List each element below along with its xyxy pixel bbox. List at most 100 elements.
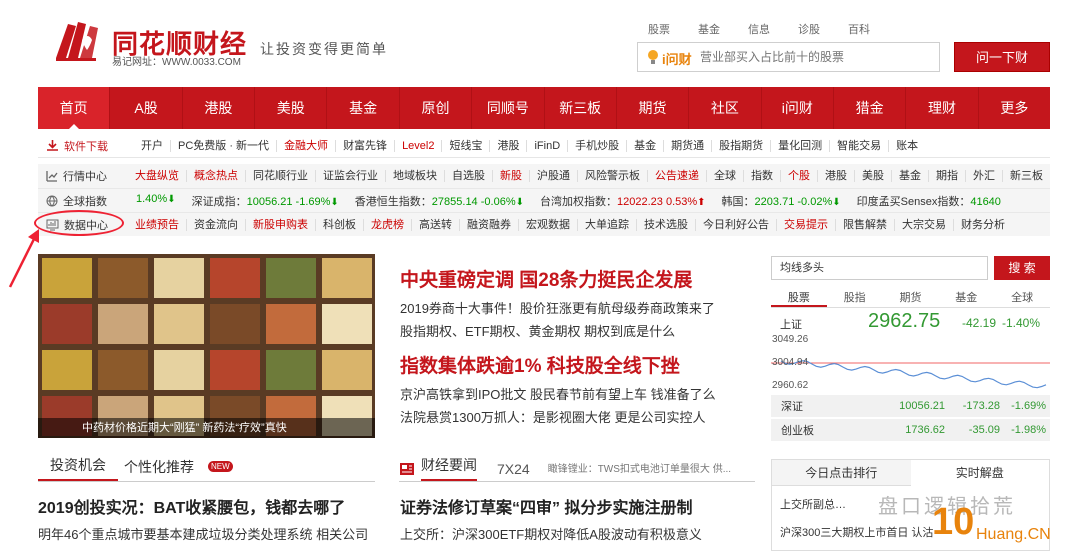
index-ticker-2[interactable]: 深证成指：10056.21 -1.69%⬇ bbox=[184, 193, 347, 209]
software-link[interactable]: 财富先锋 bbox=[335, 139, 394, 152]
nav-funds[interactable]: 基金 bbox=[327, 87, 400, 129]
market-link[interactable]: 公告速递 bbox=[647, 170, 706, 182]
tab-finance-news[interactable]: 财经要闻 bbox=[421, 458, 477, 481]
market-link[interactable]: 指数 bbox=[743, 170, 780, 182]
data-link[interactable]: 技术选股 bbox=[636, 218, 695, 231]
nav-us-stocks[interactable]: 美股 bbox=[255, 87, 328, 129]
market-link[interactable]: 证监会行业 bbox=[315, 170, 385, 182]
software-link[interactable]: 手机炒股 bbox=[567, 139, 626, 152]
tab-click-rank[interactable]: 今日点击排行 bbox=[772, 460, 911, 486]
ask-button[interactable]: 问一下财 bbox=[954, 42, 1050, 72]
headline-2[interactable]: 指数集体跌逾1% 科技股全线下挫 bbox=[400, 351, 680, 378]
subnews-4[interactable]: 法院悬赏1300万抓人：是影视圈大佬 更是公司实控人 bbox=[400, 407, 706, 426]
software-link[interactable]: 股指期货 bbox=[711, 139, 770, 152]
data-link[interactable]: 今日利好公告 bbox=[695, 218, 776, 231]
nav-a-shares[interactable]: A股 bbox=[110, 87, 183, 129]
software-link[interactable]: 港股 bbox=[489, 139, 526, 152]
market-link[interactable]: 港股 bbox=[817, 170, 854, 182]
software-link[interactable]: 开户 bbox=[134, 140, 170, 152]
market-link[interactable]: 同花顺行业 bbox=[245, 170, 315, 182]
tab-futures[interactable]: 期货 bbox=[883, 288, 939, 307]
global-index-label[interactable]: 全球指数 bbox=[38, 193, 120, 209]
software-link[interactable]: 量化回测 bbox=[770, 139, 829, 152]
logo-icon[interactable] bbox=[52, 18, 108, 64]
tab-index-futures[interactable]: 股指 bbox=[827, 288, 883, 307]
search-tab-fund[interactable]: 基金 bbox=[698, 21, 720, 37]
opportunity-title[interactable]: 2019创投实况：BAT收紧腰包，钱都去哪了 bbox=[38, 494, 345, 518]
index-ticker-6[interactable]: 印度孟买Sensex指数：41640 bbox=[849, 193, 1009, 209]
data-link[interactable]: 融资融券 bbox=[459, 218, 518, 231]
stock-search-input[interactable]: 均线多头 bbox=[771, 256, 988, 280]
nav-iwencai[interactable]: i问财 bbox=[762, 87, 834, 129]
nav-liejin[interactable]: 猎金 bbox=[834, 87, 907, 129]
data-link[interactable]: 新股申购表 bbox=[245, 218, 315, 231]
market-link[interactable]: 美股 bbox=[854, 170, 891, 182]
tab-global[interactable]: 全球 bbox=[994, 288, 1050, 307]
market-link[interactable]: 自选股 bbox=[444, 170, 492, 182]
opportunity-sub[interactable]: 明年46个重点城市要基本建成垃圾分类处理系统 相关公司 bbox=[38, 524, 368, 543]
market-link[interactable]: 大盘纵览 bbox=[128, 170, 186, 182]
market-center-label[interactable]: 行情中心 bbox=[38, 168, 120, 184]
tab-funds[interactable]: 基金 bbox=[938, 288, 994, 307]
data-link[interactable]: 龙虎榜 bbox=[363, 218, 411, 231]
data-link[interactable]: 高送转 bbox=[411, 218, 459, 231]
data-link[interactable]: 业绩预告 bbox=[128, 219, 186, 231]
market-link[interactable]: 概念热点 bbox=[186, 170, 245, 182]
tab-personalized[interactable]: 个性化推荐 bbox=[118, 457, 200, 481]
market-link[interactable]: 外汇 bbox=[965, 170, 1002, 182]
market-link[interactable]: 新三板 bbox=[1002, 170, 1050, 182]
market-link[interactable]: 新股 bbox=[492, 170, 529, 182]
subnews-3[interactable]: 京沪高铁拿到IPO批文 股民春节前有望上车 钱准备了么 bbox=[400, 384, 716, 403]
data-link[interactable]: 财务分析 bbox=[953, 218, 1012, 231]
data-link[interactable]: 限售解禁 bbox=[835, 218, 894, 231]
data-link[interactable]: 大单追踪 bbox=[577, 218, 636, 231]
data-link[interactable]: 大宗交易 bbox=[894, 218, 953, 231]
software-link[interactable]: 金融大师 bbox=[276, 139, 335, 152]
software-link[interactable]: 期货通 bbox=[663, 139, 711, 152]
software-link[interactable]: Level2 bbox=[394, 139, 441, 152]
market-link[interactable]: 期指 bbox=[928, 170, 965, 182]
data-link[interactable]: 宏观数据 bbox=[518, 218, 577, 231]
nav-futures[interactable]: 期货 bbox=[617, 87, 690, 129]
subnews-2[interactable]: 股指期权、ETF期权、黄金期权 期权到底是什么 bbox=[400, 321, 675, 340]
nav-more[interactable]: 更多 bbox=[979, 87, 1050, 129]
index-ticker-4[interactable]: 台湾加权指数：12022.23 0.53%⬆ bbox=[532, 193, 714, 209]
tab-stocks[interactable]: 股票 bbox=[771, 288, 827, 307]
nav-community[interactable]: 社区 bbox=[689, 87, 762, 129]
data-link[interactable]: 科创板 bbox=[315, 218, 363, 231]
intraday-chart[interactable] bbox=[771, 311, 1050, 397]
news-ticker[interactable]: 瞰锋镗业：TWS扣式电池订单量很大 供... bbox=[530, 460, 731, 481]
search-input[interactable] bbox=[700, 47, 930, 67]
stock-search-button[interactable]: 搜 索 bbox=[994, 256, 1050, 280]
data-link[interactable]: 资金流向 bbox=[186, 218, 245, 231]
nav-original[interactable]: 原创 bbox=[400, 87, 473, 129]
market-link[interactable]: 基金 bbox=[891, 170, 928, 182]
market-link[interactable]: 风险警示板 bbox=[577, 170, 647, 182]
index-ticker-3[interactable]: 香港恒生指数：27855.14 -0.06%⬇ bbox=[347, 193, 532, 209]
nav-wealth[interactable]: 理财 bbox=[906, 87, 979, 129]
search-tab-wiki[interactable]: 百科 bbox=[848, 21, 870, 37]
software-link[interactable]: 账本 bbox=[888, 139, 925, 152]
software-link[interactable]: PC免费版 · 新一代 bbox=[170, 139, 276, 152]
search-tab-diagnose[interactable]: 诊股 bbox=[798, 21, 820, 37]
index-ticker-1[interactable]: 1.40%⬇ bbox=[128, 193, 184, 209]
software-download-label[interactable]: 软件下载 bbox=[38, 138, 120, 154]
nav-hk-stocks[interactable]: 港股 bbox=[183, 87, 256, 129]
tab-investment-opportunity[interactable]: 投资机会 bbox=[38, 455, 118, 481]
software-link[interactable]: 短线宝 bbox=[441, 139, 489, 152]
index-ticker-5[interactable]: 韩国：2203.71 -0.02%⬇ bbox=[714, 193, 849, 209]
nav-new-third-board[interactable]: 新三板 bbox=[545, 87, 617, 129]
market-link[interactable]: 个股 bbox=[780, 170, 817, 182]
photo-caption[interactable]: 中药材价格近期大“刚猛” 新药法“疗效”真快 bbox=[38, 418, 375, 438]
search-tab-info[interactable]: 信息 bbox=[748, 21, 770, 37]
data-link[interactable]: 交易提示 bbox=[776, 218, 835, 231]
market-link[interactable]: 沪股通 bbox=[529, 170, 577, 182]
sz-index-row[interactable]: 深证 10056.21 -173.28 -1.69% bbox=[771, 395, 1050, 417]
cy-index-row[interactable]: 创业板 1736.62 -35.09 -1.98% bbox=[771, 419, 1050, 441]
news-sub[interactable]: 上交所：沪深300ETF期权对降低A股波动有积极意义 bbox=[400, 524, 702, 543]
software-link[interactable]: iFinD bbox=[526, 139, 567, 152]
headline-1[interactable]: 中央重磅定调 国28条力挺民企发展 bbox=[400, 265, 692, 292]
tab-live-analysis[interactable]: 实时解盘 bbox=[910, 460, 1049, 486]
market-link[interactable]: 地域板块 bbox=[385, 170, 444, 182]
search-tab-stock[interactable]: 股票 bbox=[648, 21, 670, 37]
